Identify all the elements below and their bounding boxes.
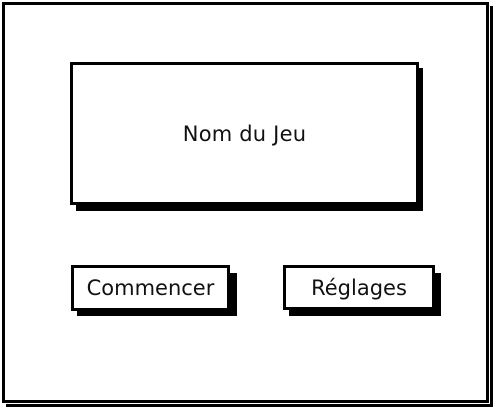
game-title-box: Nom du Jeu [70,62,419,205]
settings-button[interactable]: Réglages [283,265,435,310]
game-title: Nom du Jeu [182,121,307,146]
start-button-label: Commencer [86,276,215,300]
settings-button-label: Réglages [311,275,407,300]
start-button[interactable]: Commencer [71,265,230,311]
